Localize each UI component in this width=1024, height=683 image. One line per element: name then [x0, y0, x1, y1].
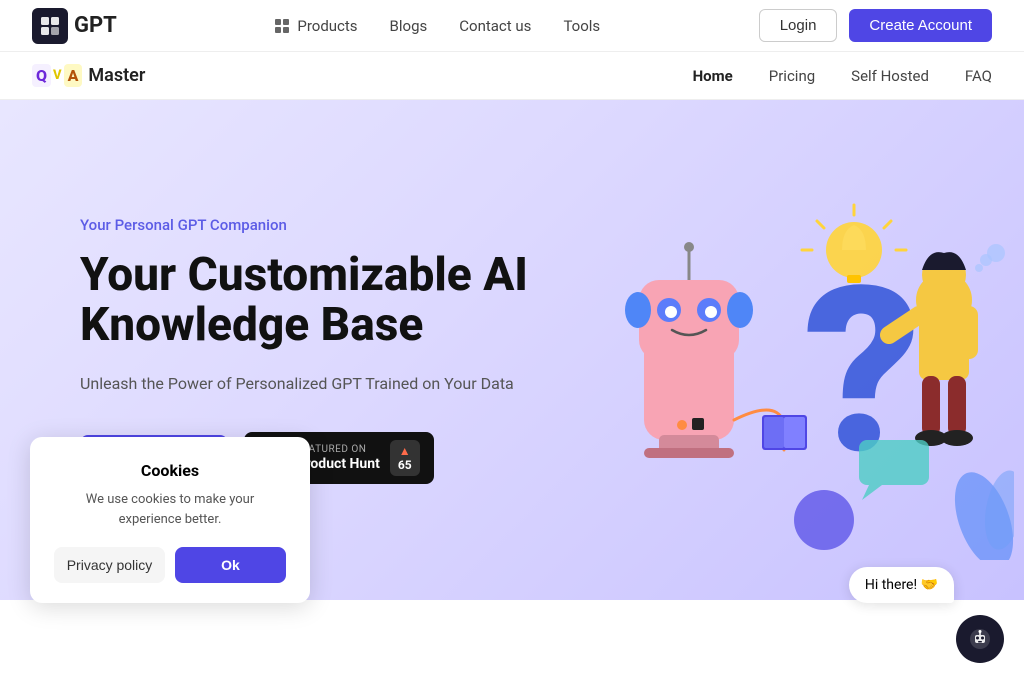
product-logo[interactable]: Q V A Master [32, 64, 145, 87]
qa-badge: Q V A [32, 64, 82, 87]
hero-description: Unleash the Power of Personalized GPT Tr… [80, 371, 540, 397]
nav-faq[interactable]: FAQ [965, 67, 992, 85]
nav-link-contact[interactable]: Contact us [459, 17, 531, 35]
cookie-actions: Privacy policy Ok [54, 547, 286, 583]
cookie-banner: Cookies We use cookies to make your expe… [30, 437, 310, 603]
products-grid-icon [275, 19, 289, 33]
chat-widget[interactable] [956, 615, 1004, 663]
ph-votes: ▲ 65 [390, 440, 420, 476]
second-nav-links: Home Pricing Self Hosted FAQ [693, 67, 992, 85]
top-nav-actions: Login Create Account [759, 9, 992, 42]
hero-title: Your Customizable AI Knowledge Base [80, 250, 540, 351]
brand-logo[interactable]: GPT [32, 8, 117, 44]
nav-link-products[interactable]: Products [275, 17, 357, 35]
ph-arrow-icon: ▲ [399, 444, 411, 458]
chat-bubble-text: Hi there! 🤝 [865, 577, 938, 593]
nav-home[interactable]: Home [693, 67, 733, 85]
nav-self-hosted[interactable]: Self Hosted [851, 67, 929, 85]
ok-button[interactable]: Ok [175, 547, 286, 583]
cookie-text: We use cookies to make your experience b… [54, 490, 286, 529]
login-button[interactable]: Login [759, 9, 838, 42]
hero-subtitle: Your Personal GPT Companion [80, 216, 540, 234]
top-navbar: GPT Products Blogs Contact us Tools Logi… [0, 0, 1024, 52]
privacy-policy-button[interactable]: Privacy policy [54, 547, 165, 583]
cookie-title: Cookies [54, 461, 286, 480]
chat-robot-icon [967, 626, 993, 652]
logo-text: GPT [74, 13, 117, 38]
chat-bubble-preview: Hi there! 🤝 [849, 567, 954, 603]
top-nav-links: Products Blogs Contact us Tools [275, 17, 600, 35]
v-letter: V [53, 68, 62, 83]
illustration-svg: ? [514, 140, 1014, 560]
product-name: Master [88, 65, 145, 86]
nav-link-tools[interactable]: Tools [563, 17, 600, 35]
q-letter: Q [32, 64, 51, 87]
create-account-button[interactable]: Create Account [849, 9, 992, 42]
hero-illustration: ? [504, 100, 1024, 600]
ph-vote-count: 65 [398, 458, 412, 472]
second-navbar: Q V A Master Home Pricing Self Hosted FA… [0, 52, 1024, 100]
a-letter: A [64, 64, 83, 87]
nav-pricing[interactable]: Pricing [769, 67, 815, 85]
nav-link-blogs[interactable]: Blogs [390, 17, 428, 35]
logo-icon [32, 8, 68, 44]
